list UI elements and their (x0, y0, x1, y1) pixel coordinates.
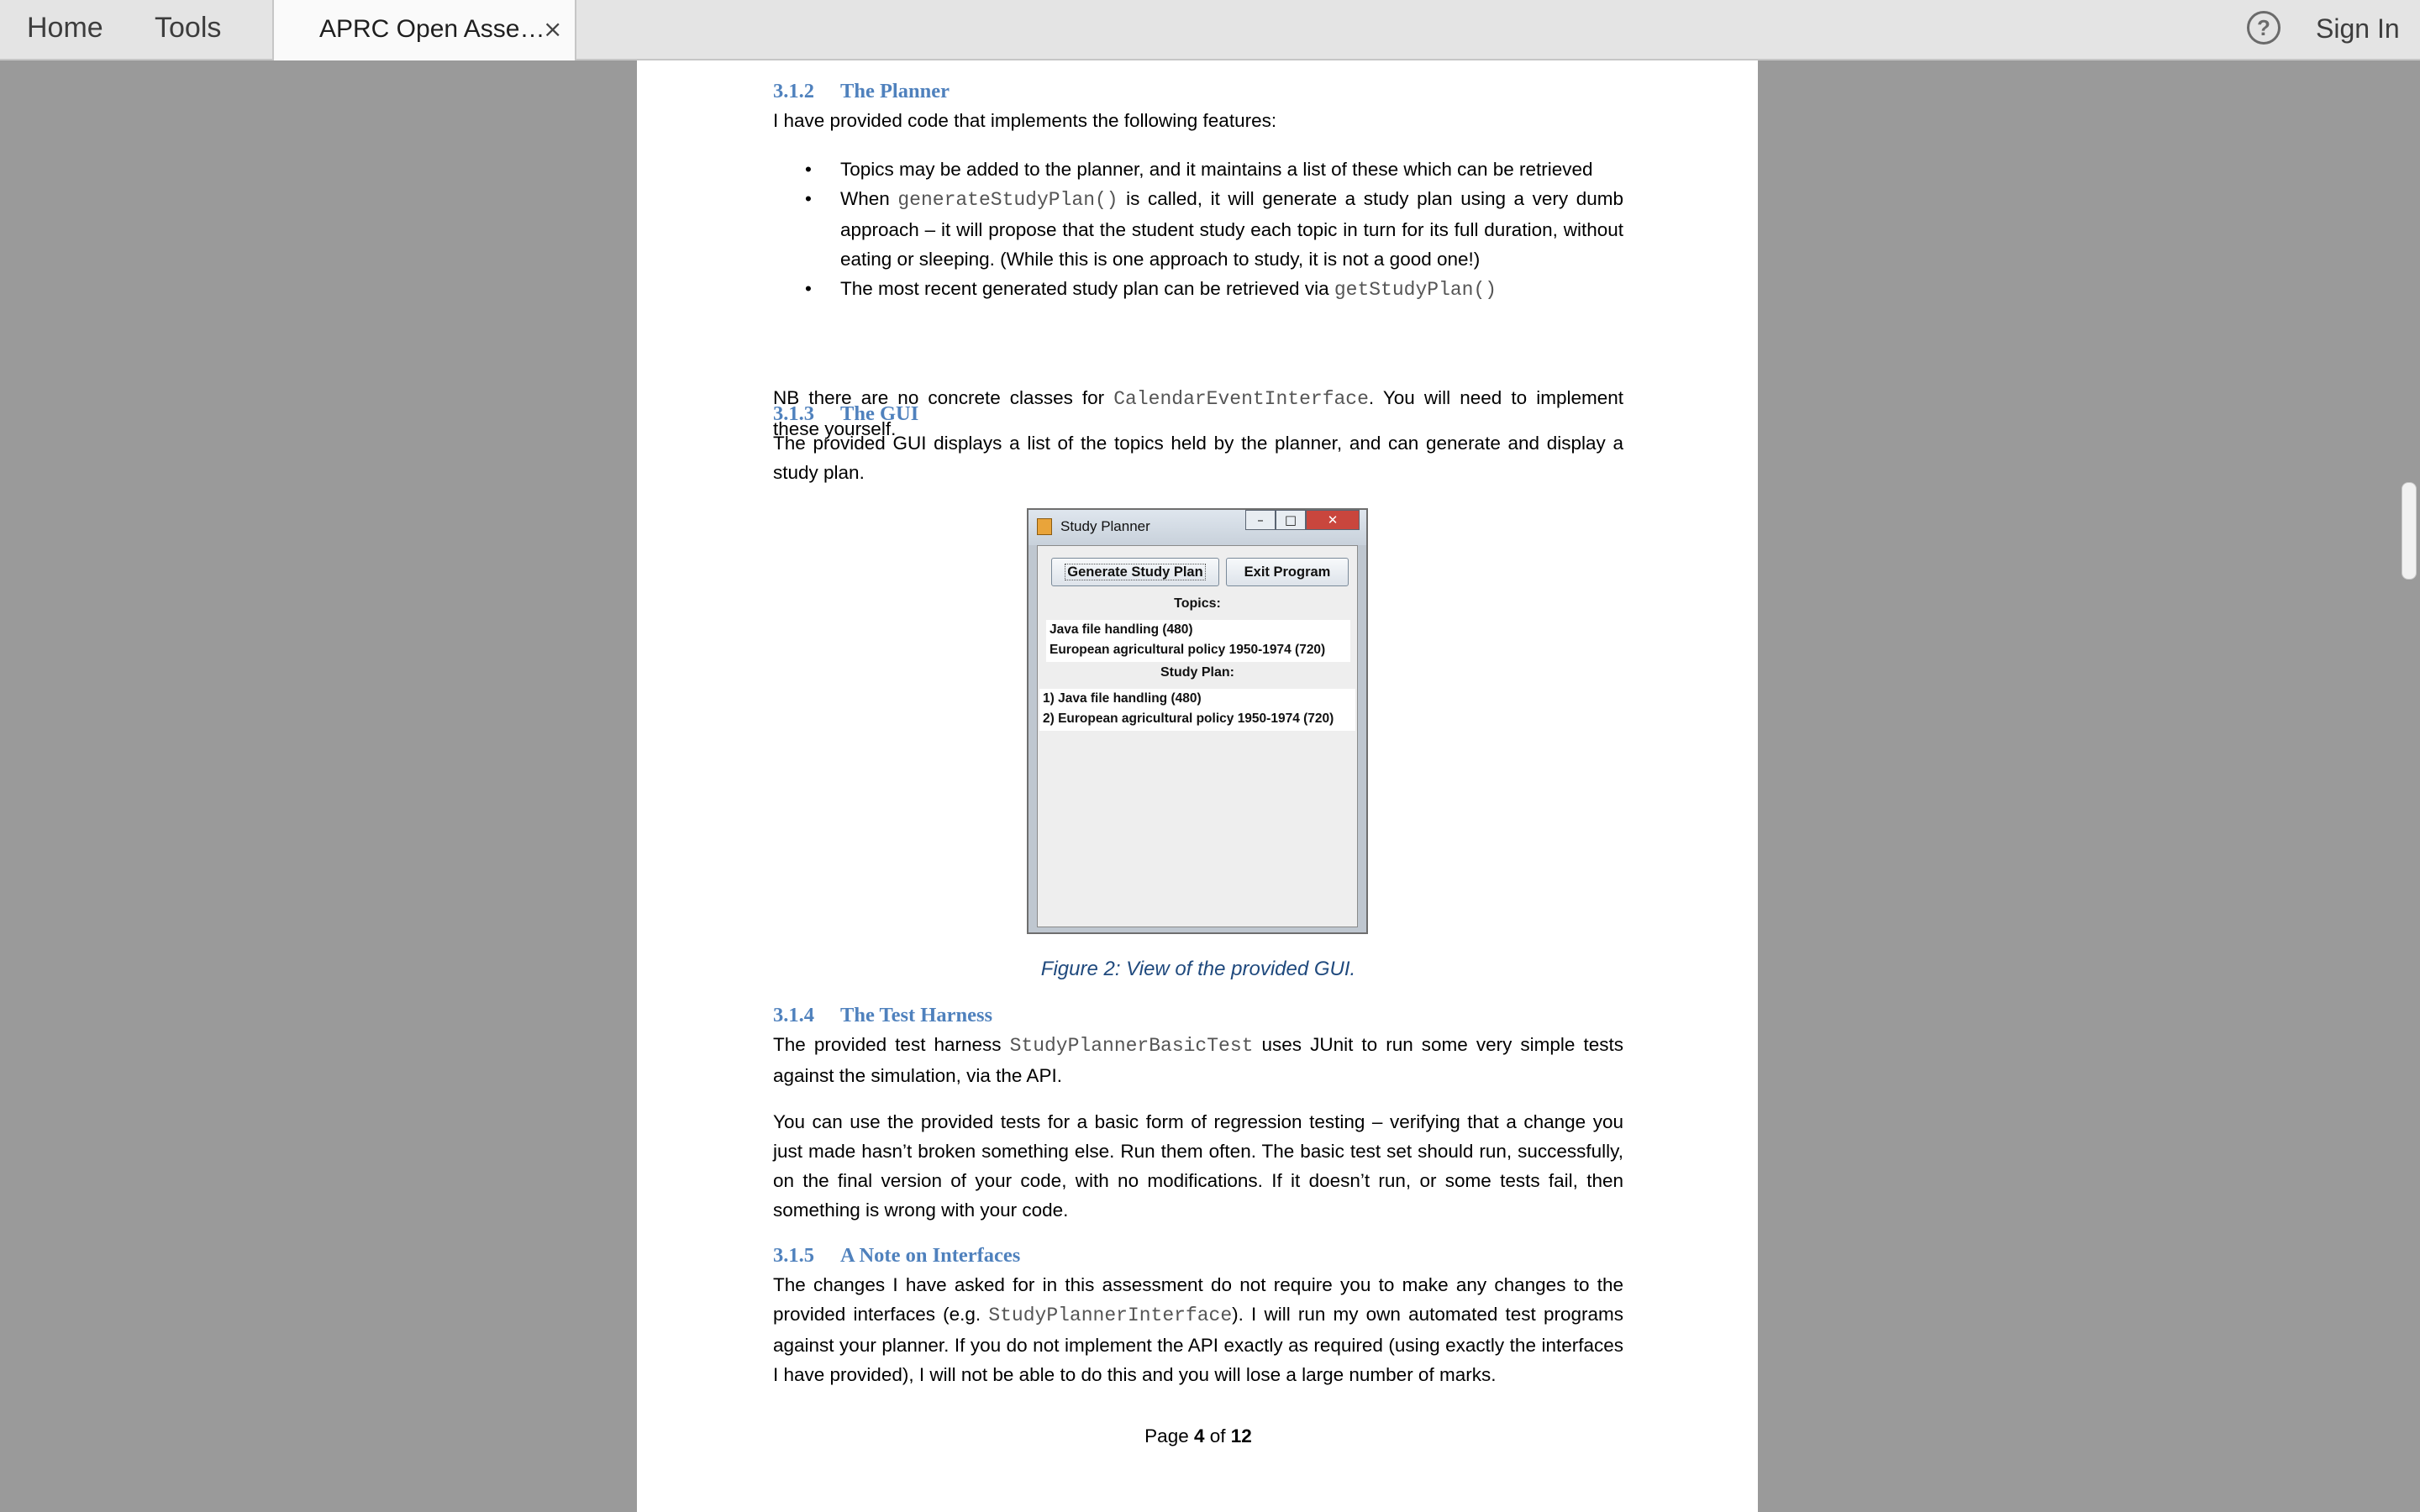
heading-3-1-2: 3.1.2 The Planner (773, 77, 950, 106)
home-link[interactable]: Home (27, 12, 103, 45)
figure-caption: Figure 2: View of the provided GUI. (1040, 958, 1356, 980)
window-title: Study Planner (1060, 518, 1150, 534)
button-label: Generate Study Plan (1065, 564, 1206, 580)
sign-in-link[interactable]: Sign In (2316, 13, 2400, 45)
page-word: Page (1144, 1425, 1194, 1446)
heading-title: The GUI (840, 402, 919, 425)
help-icon[interactable]: ? (2247, 11, 2281, 45)
heading-3-1-4: 3.1.4 The Test Harness (773, 1001, 992, 1030)
topics-list: Java file handling (480) European agricu… (1046, 620, 1350, 662)
paragraph-text: The provided test harness (773, 1034, 1010, 1055)
current-page: 4 (1193, 1425, 1205, 1446)
test-harness-paragraph: The provided test harness StudyPlannerBa… (773, 1030, 1623, 1090)
total-pages: 12 (1230, 1425, 1252, 1446)
heading-title: The Planner (840, 80, 950, 102)
maximize-icon: □ (1276, 510, 1306, 530)
inline-code: generateStudyPlan() (897, 189, 1118, 211)
list-item: When generateStudyPlan() is called, it w… (773, 184, 1623, 274)
gui-paragraph: The provided GUI displays a list of the … (773, 433, 1623, 483)
list-item: European agricultural policy 1950-1974 (… (1050, 643, 1326, 657)
top-toolbar: Home Tools APRC Open Asse… × ? Sign In (0, 0, 2420, 60)
window-body: Generate Study Plan Exit Program Topics:… (1037, 545, 1358, 927)
close-icon: ✕ (1306, 510, 1360, 530)
inline-code: CalendarEventInterface (1113, 388, 1369, 410)
inline-code: StudyPlannerBasicTest (1009, 1035, 1254, 1057)
tab-title: APRC Open Asse… (319, 15, 545, 43)
heading-3-1-5: 3.1.5 A Note on Interfaces (773, 1242, 1020, 1270)
list-item: Topics may be added to the planner, and … (773, 155, 1623, 184)
generate-study-plan-button: Generate Study Plan (1051, 558, 1219, 586)
vertical-scrollbar-thumb[interactable] (2402, 482, 2417, 580)
inline-code: getStudyPlan() (1334, 279, 1497, 301)
window-titlebar: Study Planner – □ ✕ (1028, 510, 1366, 545)
list-item: The most recent generated study plan can… (773, 274, 1623, 305)
java-app-icon (1037, 518, 1052, 535)
document-tab[interactable]: APRC Open Asse… × (272, 0, 576, 60)
bullet-text: The most recent generated study plan can… (840, 278, 1334, 299)
heading-number: 3.1.4 (773, 1004, 814, 1026)
minimize-icon: – (1245, 510, 1276, 530)
heading-number: 3.1.5 (773, 1244, 814, 1267)
heading-number: 3.1.3 (773, 402, 814, 425)
list-item: 1) Java file handling (480) (1043, 691, 1202, 706)
heading-3-1-3: 3.1.3 The GUI (773, 400, 918, 428)
list-item: Java file handling (480) (1050, 622, 1193, 637)
figure-study-planner-window: Study Planner – □ ✕ Generate Study Plan … (1027, 508, 1368, 934)
bullet-text: When (840, 188, 898, 209)
topics-label: Topics: (1174, 596, 1221, 611)
close-tab-icon[interactable]: × (543, 15, 562, 43)
planner-intro: I have provided code that implements the… (773, 110, 1277, 131)
window-controls: – □ ✕ (1245, 510, 1366, 532)
of-word: of (1204, 1425, 1231, 1446)
regression-paragraph: You can use the provided tests for a bas… (773, 1111, 1623, 1221)
bullet-text: Topics may be added to the planner, and … (840, 159, 1593, 180)
exit-program-button: Exit Program (1226, 558, 1349, 586)
tools-link[interactable]: Tools (155, 12, 221, 45)
list-item: 2) European agricultural policy 1950-197… (1043, 711, 1334, 726)
inline-code: StudyPlannerInterface (988, 1305, 1233, 1326)
heading-title: The Test Harness (840, 1004, 993, 1026)
page-number: Page 4 of 12 (773, 1421, 1623, 1451)
study-plan-label: Study Plan: (1160, 665, 1234, 680)
heading-number: 3.1.2 (773, 80, 814, 102)
feature-list: Topics may be added to the planner, and … (773, 155, 1623, 305)
heading-title: A Note on Interfaces (840, 1244, 1021, 1267)
interfaces-paragraph: The changes I have asked for in this ass… (773, 1270, 1623, 1389)
study-plan-list: 1) Java file handling (480) 2) European … (1039, 689, 1355, 731)
